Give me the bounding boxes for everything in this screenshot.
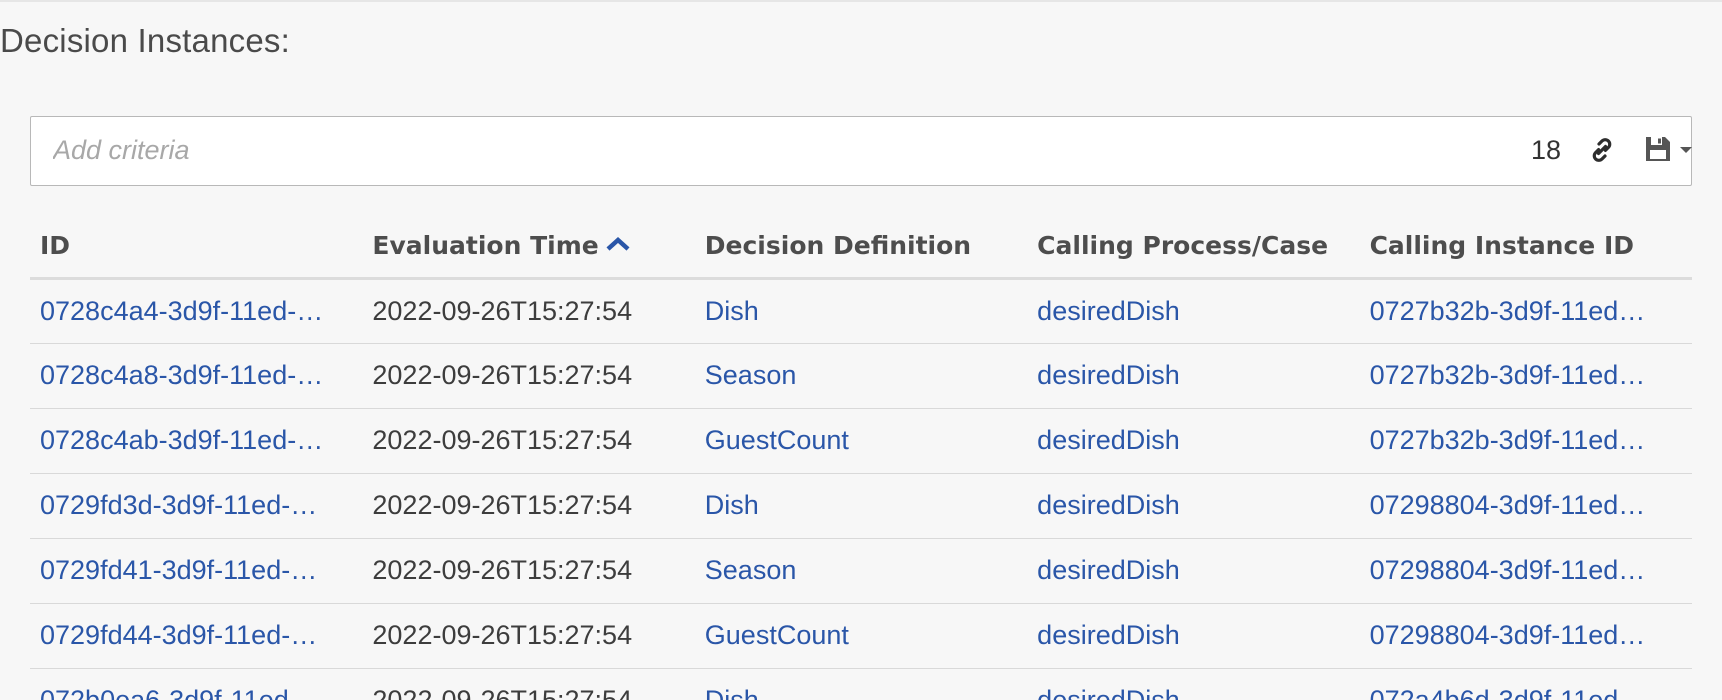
calling-instance-id-link[interactable]: 0727b32b-3d9f-11ed… <box>1359 408 1692 474</box>
calling-process-link[interactable]: desiredDish <box>1027 538 1360 604</box>
decision-instance-id-link[interactable]: 0729fd41-3d9f-11ed-… <box>30 538 363 604</box>
calling-process-link[interactable]: desiredDish <box>1027 278 1360 344</box>
column-header-label: Calling Process/Case <box>1037 230 1329 260</box>
decision-definition-link[interactable]: Dish <box>694 278 1028 344</box>
table-row: 072b0ea6-3d9f-11ed-… 2022-09-26T15:27:54… <box>30 668 1692 700</box>
decision-instance-id-link[interactable]: 0728c4ab-3d9f-11ed-… <box>30 408 363 474</box>
evaluation-time: 2022-09-26T15:27:54 <box>362 278 695 344</box>
evaluation-time: 2022-09-26T15:27:54 <box>362 668 695 700</box>
column-header-id[interactable]: ID <box>30 214 363 280</box>
filter-bar: 18 <box>30 116 1692 186</box>
decision-instance-id-link[interactable]: 0729fd3d-3d9f-11ed-… <box>30 473 363 539</box>
table-row: 0728c4a4-3d9f-11ed-… 2022-09-26T15:27:54… <box>30 278 1692 344</box>
calling-process-link[interactable]: desiredDish <box>1027 343 1360 409</box>
calling-process-link[interactable]: desiredDish <box>1027 408 1360 474</box>
decision-definition-link[interactable]: Dish <box>694 668 1028 700</box>
result-count: 18 <box>1531 135 1562 165</box>
column-header-label: ID <box>40 230 71 260</box>
calling-process-link[interactable]: desiredDish <box>1027 603 1360 669</box>
column-header-decision-definition[interactable]: Decision Definition <box>694 214 1028 280</box>
section-title: Decision Instances: <box>0 22 290 59</box>
decision-definition-link[interactable]: GuestCount <box>694 603 1028 669</box>
calling-instance-id-link[interactable]: 07298804-3d9f-11ed… <box>1359 603 1692 669</box>
sort-ascending-icon[interactable] <box>605 235 631 253</box>
table-row: 0729fd44-3d9f-11ed-… 2022-09-26T15:27:54… <box>30 603 1692 669</box>
calling-process-link[interactable]: desiredDish <box>1027 473 1360 539</box>
column-header-evaluation-time[interactable]: Evaluation Time <box>362 214 695 280</box>
decision-definition-link[interactable]: Season <box>694 538 1028 604</box>
table-header-row: ID Evaluation Time Decision Definition C… <box>30 214 1692 280</box>
criteria-input[interactable] <box>53 117 1353 184</box>
decision-instances-table: ID Evaluation Time Decision Definition C… <box>30 214 1692 700</box>
calling-instance-id-link[interactable]: 0727b32b-3d9f-11ed… <box>1359 278 1692 344</box>
top-divider <box>0 0 1722 2</box>
decision-definition-link[interactable]: GuestCount <box>694 408 1028 474</box>
evaluation-time: 2022-09-26T15:27:54 <box>362 343 695 409</box>
decision-instance-id-link[interactable]: 0728c4a8-3d9f-11ed-… <box>30 343 363 409</box>
table-row: 0728c4ab-3d9f-11ed-… 2022-09-26T15:27:54… <box>30 408 1692 474</box>
calling-process-link[interactable]: desiredDish <box>1027 668 1360 700</box>
column-header-label: Evaluation Time <box>372 230 599 260</box>
table-row: 0729fd3d-3d9f-11ed-… 2022-09-26T15:27:54… <box>30 473 1692 539</box>
chevron-down-icon[interactable] <box>1679 145 1693 155</box>
save-icon[interactable] <box>1643 134 1673 164</box>
column-header-label: Decision Definition <box>704 230 972 260</box>
evaluation-time: 2022-09-26T15:27:54 <box>362 473 695 539</box>
decision-instance-id-link[interactable]: 072b0ea6-3d9f-11ed-… <box>30 668 363 700</box>
decision-definition-link[interactable]: Season <box>694 343 1028 409</box>
column-header-calling-instance-id[interactable]: Calling Instance ID <box>1359 214 1692 280</box>
calling-instance-id-link[interactable]: 07298804-3d9f-11ed… <box>1359 538 1692 604</box>
table-row: 0728c4a8-3d9f-11ed-… 2022-09-26T15:27:54… <box>30 343 1692 409</box>
decision-instance-id-link[interactable]: 0729fd44-3d9f-11ed-… <box>30 603 363 669</box>
link-icon[interactable] <box>1586 134 1618 166</box>
evaluation-time: 2022-09-26T15:27:54 <box>362 538 695 604</box>
calling-instance-id-link[interactable]: 0727b32b-3d9f-11ed… <box>1359 343 1692 409</box>
calling-instance-id-link[interactable]: 072a4b6d-3d9f-11ed… <box>1359 668 1692 700</box>
decision-definition-link[interactable]: Dish <box>694 473 1028 539</box>
evaluation-time: 2022-09-26T15:27:54 <box>362 603 695 669</box>
decision-instance-id-link[interactable]: 0728c4a4-3d9f-11ed-… <box>30 278 363 344</box>
column-header-calling-process[interactable]: Calling Process/Case <box>1027 214 1360 280</box>
table-row: 0729fd41-3d9f-11ed-… 2022-09-26T15:27:54… <box>30 538 1692 604</box>
column-header-label: Calling Instance ID <box>1369 230 1635 260</box>
calling-instance-id-link[interactable]: 07298804-3d9f-11ed… <box>1359 473 1692 539</box>
evaluation-time: 2022-09-26T15:27:54 <box>362 408 695 474</box>
